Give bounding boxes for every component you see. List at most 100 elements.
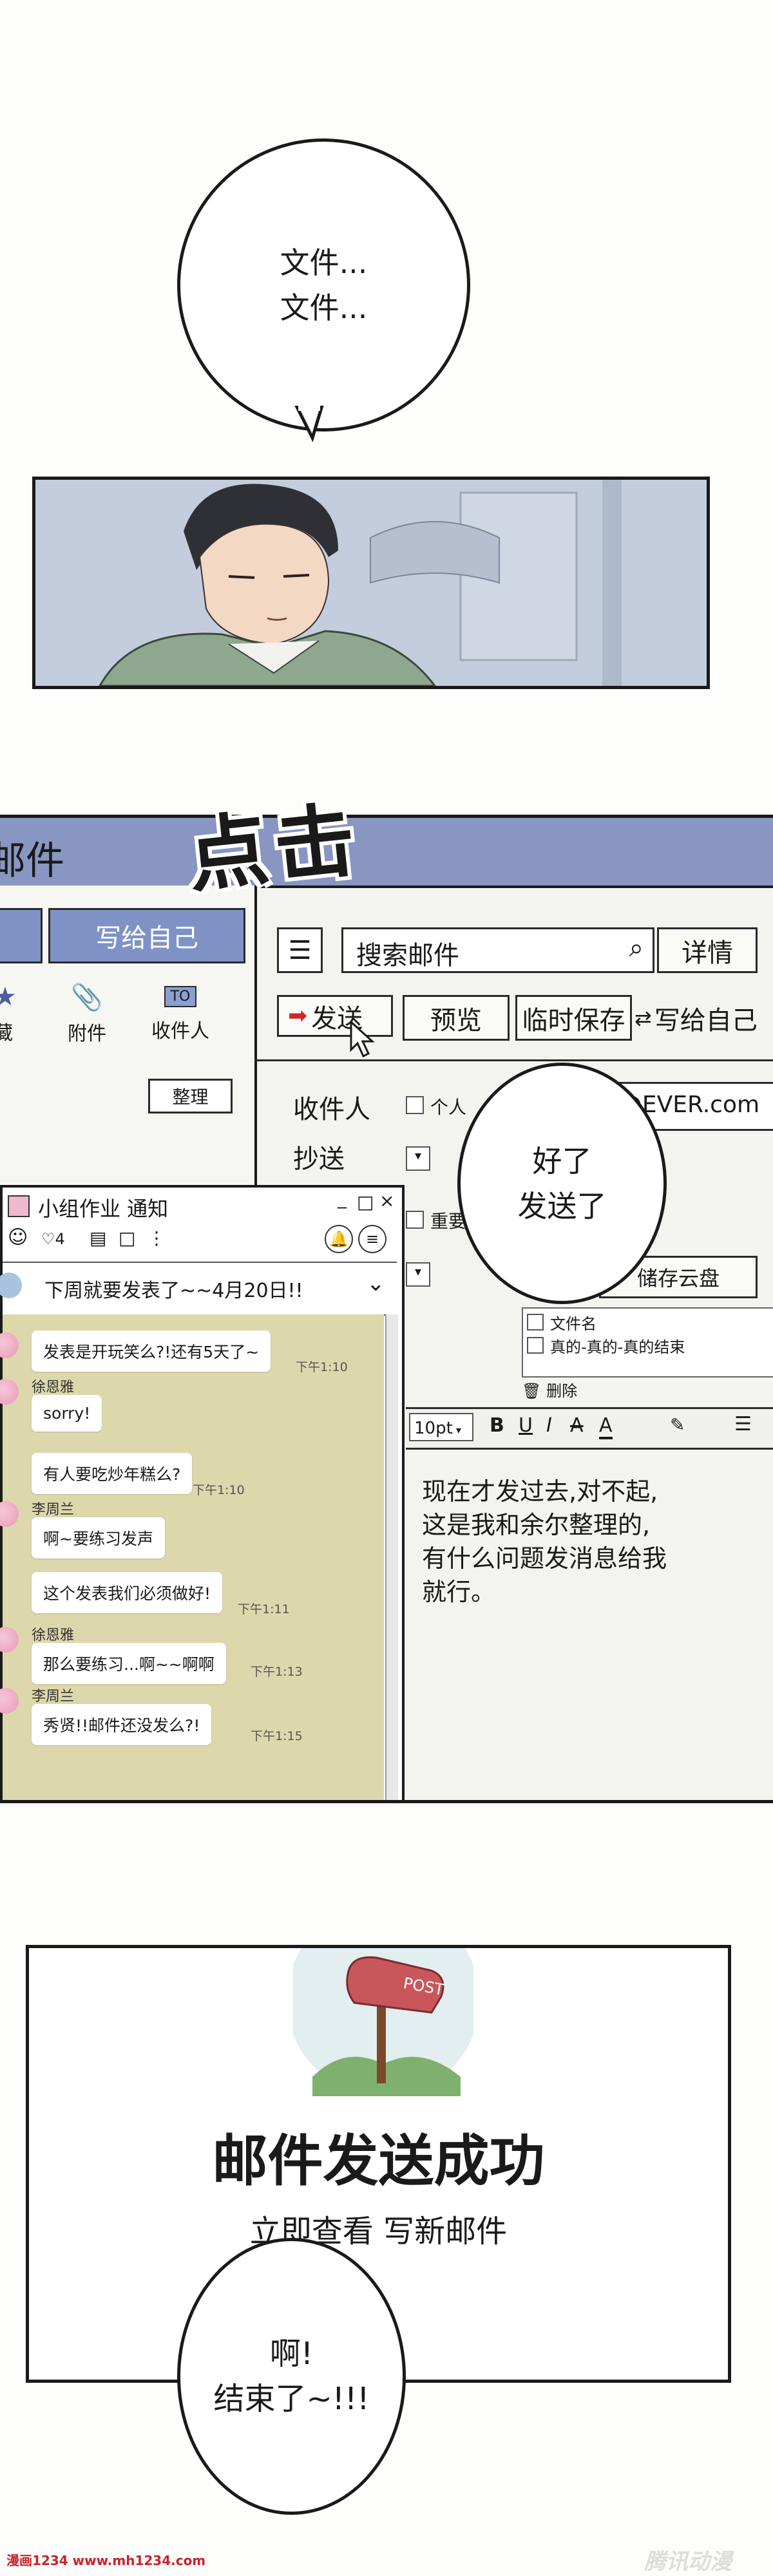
chat-message: 啊~要练习发声	[32, 1517, 165, 1558]
avatar	[0, 1688, 19, 1714]
mail-header-bar: 邮件	[0, 818, 773, 888]
heart-icon: ♡	[41, 1230, 55, 1248]
to-icon: TO	[164, 986, 197, 1007]
to-label: 收件人	[293, 1095, 370, 1124]
detail-button[interactable]: 详情	[657, 927, 758, 973]
avatar	[0, 1501, 19, 1527]
editor-toolbar: 10pt ▾ B U I A A ✎ ☰	[406, 1407, 773, 1450]
announcement-text: 下周就要发表了~~4月20日!!	[44, 1280, 303, 1302]
chat-time: 下午1:10	[296, 1360, 348, 1374]
chat-message: 这个发表我们必须做好!	[32, 1572, 223, 1613]
avatar	[0, 1332, 19, 1358]
chat-time: 下午1:15	[251, 1729, 303, 1743]
menu-dots-icon[interactable]: ⋮	[148, 1227, 166, 1249]
speech-bubble-finished: 啊! 结束了~!!!	[177, 2238, 406, 2515]
divider	[254, 1059, 773, 1061]
chat-scrollbar[interactable]	[385, 1314, 398, 1800]
swap-icon: ⇄	[635, 1006, 652, 1030]
success-title: 邮件发送成功	[212, 2129, 545, 2193]
emoji-icon[interactable]: ☺	[8, 1226, 28, 1249]
important-checkbox[interactable]	[406, 1211, 424, 1229]
member-count: ♡4	[41, 1230, 65, 1248]
bell-icon[interactable]: 🔔	[325, 1225, 353, 1253]
search-placeholder: 搜索邮件	[356, 941, 459, 971]
sidebar-item-favorites[interactable]: ★ 藏	[0, 982, 32, 1046]
sidebar-item-recipients[interactable]: TO 收件人	[138, 982, 222, 1046]
chat-message: 秀贤!!邮件还没发么?!	[32, 1704, 212, 1745]
to-individual-label: 个人	[430, 1097, 467, 1118]
mouse-cursor-icon	[350, 1021, 375, 1058]
member-count-value: 4	[55, 1230, 65, 1248]
underline-button[interactable]: U	[519, 1414, 533, 1437]
minimize-button[interactable]: _	[338, 1188, 347, 1209]
watermark-left: 漫画1234 www.mh1234.com	[6, 2553, 206, 2568]
chat-title: 小组作业 通知	[38, 1197, 169, 1221]
write-self-button[interactable]: 写给自己	[48, 908, 245, 963]
highlight-icon[interactable]: ✎	[670, 1414, 685, 1435]
mail-title: 邮件	[0, 838, 64, 884]
bold-button[interactable]: B	[490, 1414, 504, 1437]
avatar	[0, 1627, 19, 1653]
cc-label: 抄送	[293, 1144, 345, 1174]
success-links: 立即查看 写新邮件	[29, 2206, 728, 2251]
chat-avatar-icon	[8, 1195, 30, 1217]
sidebar-item-attachments[interactable]: 📎 附件	[55, 982, 119, 1046]
chevron-down-icon: ▾	[452, 1424, 461, 1436]
megaphone-icon	[0, 1273, 22, 1298]
mail-client-window: 邮件 写给自己 ★ 藏 📎 附件 TO 收件人 整理 ☰ 搜索邮件 ⌕ 详情 ➡…	[0, 815, 773, 1803]
italic-button[interactable]: I	[546, 1414, 552, 1437]
speech-bubble-sent: 好了 发送了	[457, 1063, 667, 1304]
announcement-bar[interactable]: 下周就要发表了~~4月20日!! ⌄	[0, 1262, 397, 1316]
search-input[interactable]: 搜索邮件 ⌕	[341, 927, 654, 973]
search-icon[interactable]: ⌕	[629, 933, 644, 963]
star-icon: ★	[0, 982, 32, 1012]
font-color-button[interactable]: A	[599, 1414, 613, 1439]
attachment-header: 文件名	[550, 1315, 596, 1333]
attachment-header-checkbox[interactable]	[527, 1314, 544, 1331]
maximize-button[interactable]: □	[357, 1191, 374, 1213]
chat-message: 发表是开玩笑么?!还有5天了~	[32, 1331, 271, 1372]
menu-button[interactable]: ☰	[277, 927, 323, 973]
chevron-down-icon[interactable]: ⌄	[367, 1271, 385, 1296]
sidebar-tab-left[interactable]	[0, 908, 43, 963]
chat-time: 下午1:10	[193, 1483, 245, 1497]
field-dropdown[interactable]: ▾	[406, 1262, 430, 1287]
write-new-mail-link[interactable]: 写新邮件	[383, 2213, 507, 2249]
sidebar-item-label: 收件人	[151, 1020, 209, 1043]
align-icon[interactable]: ☰	[734, 1413, 752, 1435]
character-panel	[32, 477, 710, 689]
attachment-row-checkbox[interactable]	[527, 1337, 544, 1354]
font-size-select[interactable]: 10pt ▾	[409, 1413, 473, 1441]
close-button[interactable]: ×	[379, 1190, 394, 1211]
font-size-value: 10pt	[414, 1419, 453, 1438]
notes-icon[interactable]: ▤	[90, 1227, 106, 1249]
organize-button[interactable]: 整理	[148, 1079, 233, 1113]
delete-attachment-button[interactable]: 🗑 删除	[522, 1378, 577, 1401]
strikethrough-button[interactable]: A	[570, 1414, 584, 1437]
hamburger-icon: ☰	[288, 935, 312, 965]
paperclip-icon: 📎	[71, 983, 103, 1012]
chat-time: 下午1:13	[251, 1665, 303, 1679]
save-draft-button[interactable]: 临时保存	[515, 995, 632, 1041]
sound-effect-click: 点击	[183, 793, 367, 904]
write-self-toolbar-label: 写给自己	[654, 1006, 758, 1036]
chat-window: 小组作业 通知 _ □ × ☺ ♡4 ▤ □ ⋮ 🔔 ≡ 下周就要发表了~~4月…	[0, 1185, 405, 1800]
chat-message: 那么要练习...啊~~啊啊	[32, 1643, 226, 1684]
window-icon[interactable]: □	[119, 1227, 135, 1249]
editor-body[interactable]: 现在才发过去,对不起, 这是我和余尔整理的, 有什么问题发消息给我 就行。	[422, 1475, 770, 1609]
write-self-toolbar-button[interactable]: ⇄ 写给自己	[635, 999, 758, 1037]
trash-icon: 🗑	[522, 1382, 542, 1400]
watermark-right: 腾讯动漫	[644, 2549, 732, 2575]
bubble-tail	[294, 406, 324, 442]
preview-button[interactable]: 预览	[403, 995, 510, 1041]
chat-time: 下午1:11	[238, 1602, 290, 1616]
avatar	[0, 1379, 19, 1405]
cc-dropdown[interactable]: ▾	[406, 1146, 430, 1171]
attachment-item[interactable]: 真的-真的-真的结束	[550, 1334, 685, 1357]
list-icon[interactable]: ≡	[358, 1225, 386, 1253]
speech-bubble-files: 文件... 文件...	[177, 138, 470, 431]
chat-sender-name: 李周兰	[32, 1502, 75, 1518]
delete-label: 删除	[546, 1382, 578, 1400]
sidebar-item-label: 藏	[0, 1017, 32, 1045]
to-individual-checkbox[interactable]	[406, 1096, 424, 1114]
